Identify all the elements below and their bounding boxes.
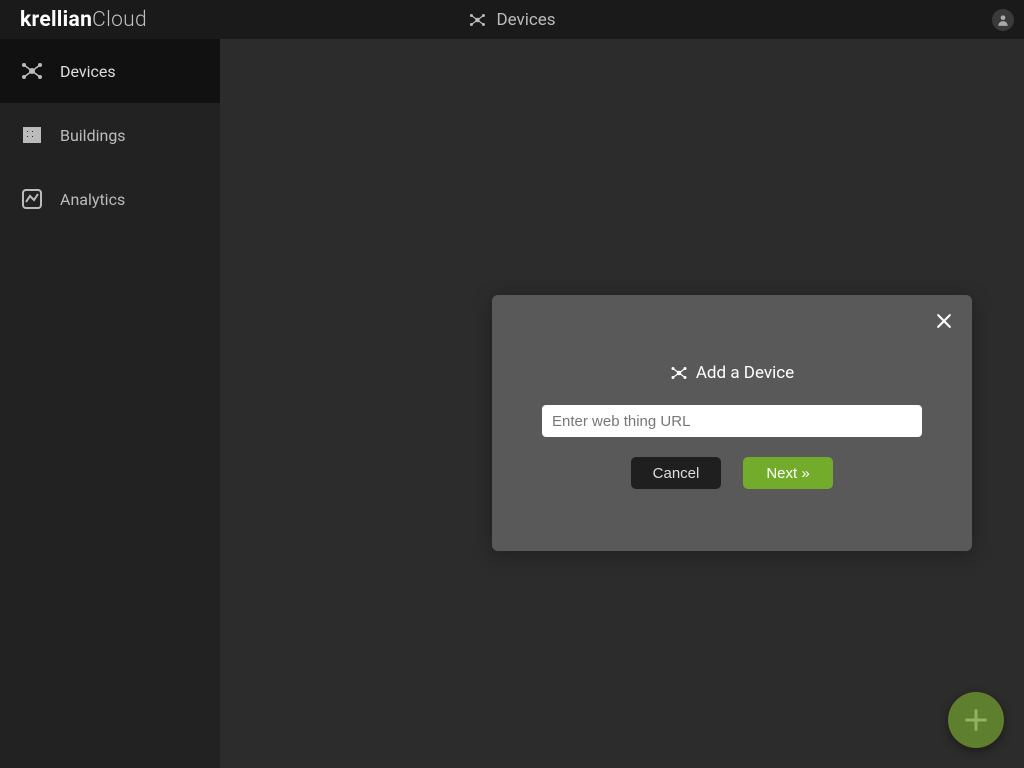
modal-title-text: Add a Device [696, 363, 794, 383]
sidebar: Devices Buildings Analytics [0, 39, 220, 768]
devices-icon [468, 11, 486, 29]
sidebar-item-label: Devices [60, 62, 116, 81]
add-device-modal: Add a Device Cancel Next » [492, 295, 972, 551]
page-title-text: Devices [496, 10, 555, 30]
brand-bold: krellian [20, 8, 92, 32]
web-thing-url-input[interactable] [542, 405, 922, 437]
sidebar-item-analytics[interactable]: Analytics [0, 167, 220, 231]
sidebar-item-label: Buildings [60, 126, 126, 145]
modal-title: Add a Device [670, 363, 794, 383]
sidebar-item-label: Analytics [60, 190, 125, 209]
close-button[interactable] [934, 311, 954, 331]
brand-logo[interactable]: krellianCloud [20, 8, 147, 32]
next-button[interactable]: Next » [743, 457, 833, 489]
add-device-fab[interactable] [948, 692, 1004, 748]
modal-button-row: Cancel Next » [631, 457, 833, 489]
header: krellianCloud Devices [0, 0, 1024, 39]
main-content: Add a Device Cancel Next » [220, 39, 1024, 768]
devices-icon [20, 59, 44, 83]
sidebar-item-devices[interactable]: Devices [0, 39, 220, 103]
analytics-icon [20, 187, 44, 211]
close-icon [934, 311, 954, 331]
user-avatar[interactable] [992, 9, 1014, 31]
plus-icon [962, 706, 990, 734]
brand-light: Cloud [92, 8, 147, 32]
sidebar-item-buildings[interactable]: Buildings [0, 103, 220, 167]
page-title: Devices [468, 10, 555, 30]
cancel-button[interactable]: Cancel [631, 457, 721, 489]
buildings-icon [20, 123, 44, 147]
devices-icon [670, 364, 688, 382]
